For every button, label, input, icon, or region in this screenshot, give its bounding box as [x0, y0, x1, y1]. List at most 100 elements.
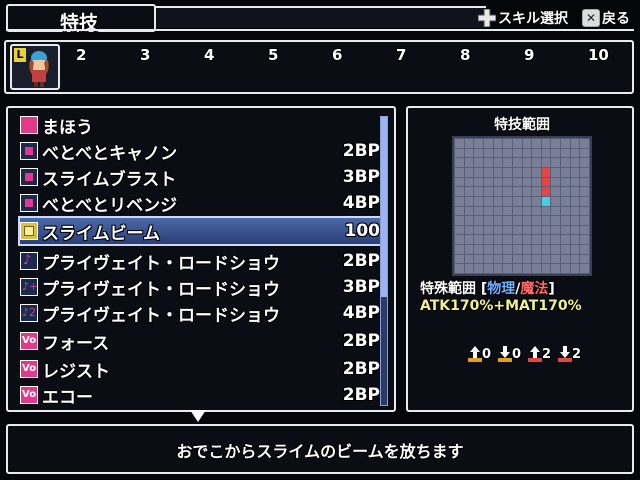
party-slot-3[interactable]: 3 [140, 46, 150, 64]
music-icon: ♪ [20, 252, 38, 270]
range-cell [512, 245, 522, 254]
range-cell [532, 139, 541, 148]
range-cell [455, 254, 464, 264]
x-button-icon: ✕ [582, 9, 600, 27]
range-cell [455, 187, 464, 196]
hint-back[interactable]: ✕ 戻る [582, 8, 630, 28]
scroll-thumb[interactable] [381, 117, 387, 297]
skill-row[interactable]: Vo エコー 2BP [20, 382, 380, 408]
range-cell [483, 235, 493, 245]
music-plus2-icon: ♪2 [20, 304, 38, 322]
range-cell [493, 245, 503, 254]
range-cell [455, 235, 464, 245]
party-slot-4[interactable]: 4 [204, 46, 214, 64]
party-slot-9[interactable]: 9 [524, 46, 534, 64]
range-cell [570, 206, 580, 216]
range-cell [503, 245, 512, 254]
range-cell [551, 148, 561, 158]
range-cell [522, 167, 532, 177]
skill-row[interactable]: Vo レジスト 2BP [20, 356, 380, 382]
range-cell [580, 206, 589, 216]
range-cell [503, 216, 512, 225]
party-slot-1[interactable]: L [10, 44, 60, 90]
skill-icon [20, 222, 38, 240]
skill-list-scrollbar[interactable] [380, 116, 388, 406]
scroll-down-arrow-icon[interactable] [190, 410, 206, 422]
range-cell [483, 177, 493, 187]
range-cell [522, 158, 532, 167]
range-cell [580, 187, 589, 196]
party-slot-6[interactable]: 6 [332, 46, 342, 64]
range-cell [483, 225, 493, 235]
range-cell [580, 196, 589, 206]
range-cell-hit [541, 177, 551, 187]
range-cell [522, 196, 532, 206]
party-slot-7[interactable]: 7 [396, 46, 406, 64]
range-cell [493, 148, 503, 158]
range-cell [464, 225, 474, 235]
range-cell [464, 196, 474, 206]
range-cell [580, 235, 589, 245]
party-slot-2[interactable]: 2 [76, 46, 86, 64]
range-cell [474, 216, 483, 225]
skill-row-selected[interactable]: スライムビーム 100 [18, 216, 382, 246]
vo-icon: Vo [20, 332, 38, 350]
skill-row[interactable]: ♪ プライヴェイト・ロードショウ 2BP [20, 248, 380, 274]
range-cell [503, 254, 512, 264]
range-cell [561, 245, 570, 254]
range-cell [464, 264, 474, 273]
range-cell [493, 187, 503, 196]
music-plus-icon: ♪+ [20, 278, 38, 296]
skill-row[interactable]: べとべとキャノン 2BP [20, 138, 380, 164]
range-cell [570, 158, 580, 167]
description-box: おでこからスライムのビームを放ちます [6, 424, 634, 474]
skill-row[interactable]: スライムブラスト 3BP [20, 164, 380, 190]
party-slot-10[interactable]: 10 [588, 46, 609, 64]
character-portrait-icon [29, 51, 49, 87]
range-cell [541, 245, 551, 254]
range-cell [512, 158, 522, 167]
range-cell [464, 187, 474, 196]
range-cell [474, 235, 483, 245]
range-cell [503, 206, 512, 216]
skill-icon [20, 142, 38, 160]
range-cell [551, 158, 561, 167]
range-cell [570, 148, 580, 158]
magic-book-icon [20, 116, 38, 134]
up-arrow-icon [528, 346, 542, 362]
range-cell [522, 148, 532, 158]
range-cell [512, 225, 522, 235]
party-slot-8[interactable]: 8 [460, 46, 470, 64]
skill-row[interactable]: べとべとリベンジ 4BP [20, 190, 380, 216]
range-cell [561, 177, 570, 187]
skill-row[interactable]: ♪+ プライヴェイト・ロードショウ 3BP [20, 274, 380, 300]
range-cell [541, 254, 551, 264]
range-cell [474, 167, 483, 177]
range-cell [561, 254, 570, 264]
range-cell [483, 254, 493, 264]
damage-formula: ATK170%+MAT170% [420, 298, 582, 314]
range-cell [541, 216, 551, 225]
range-cell [474, 225, 483, 235]
party-slot-5[interactable]: 5 [268, 46, 278, 64]
range-cell [532, 235, 541, 245]
skill-row[interactable]: ♪2 プライヴェイト・ロードショウ 4BP [20, 300, 380, 326]
range-cell [455, 245, 464, 254]
range-cell [551, 139, 561, 148]
range-cell [464, 206, 474, 216]
range-cell [570, 225, 580, 235]
range-cell [522, 264, 532, 273]
range-grid [452, 136, 592, 276]
skill-row[interactable]: まほう [20, 112, 380, 138]
range-cell [474, 139, 483, 148]
range-cell [532, 225, 541, 235]
range-cell [561, 167, 570, 177]
range-cell [561, 139, 570, 148]
range-panel: 特技範囲 0 0 2 2 特殊範囲 [物理/魔法] ATK170%+MAT170… [406, 106, 634, 412]
range-cell [503, 187, 512, 196]
range-cell [570, 167, 580, 177]
range-cell [580, 216, 589, 225]
skill-row[interactable]: Vo フォース 2BP [20, 328, 380, 354]
range-cell [474, 158, 483, 167]
skill-icon [20, 194, 38, 212]
